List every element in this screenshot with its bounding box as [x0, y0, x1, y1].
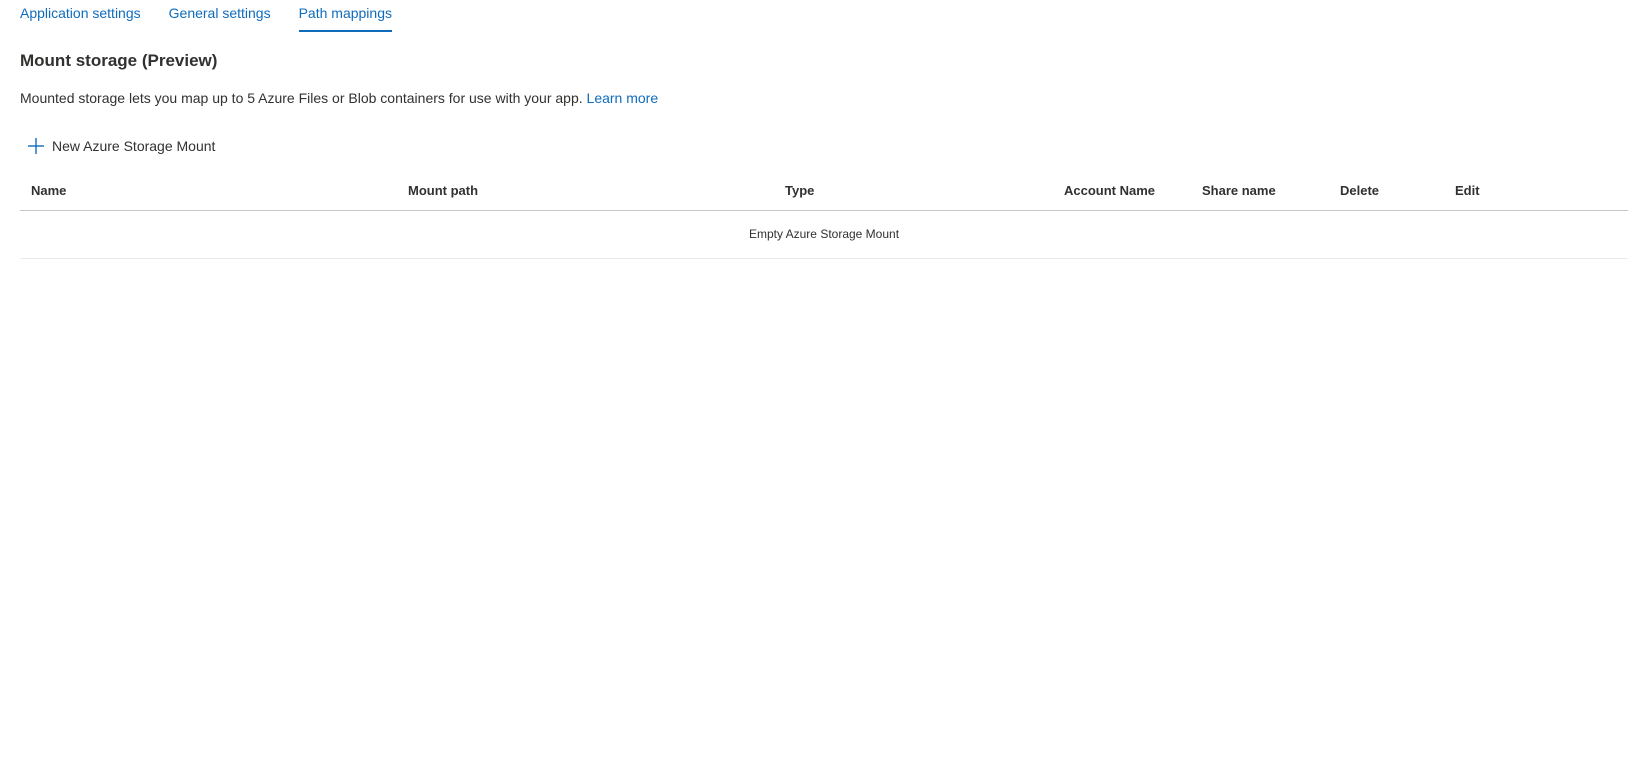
- description-text: Mounted storage lets you map up to 5 Azu…: [20, 90, 583, 106]
- plus-icon: [28, 138, 44, 154]
- storage-mounts-table: Name Mount path Type Account Name Share …: [20, 172, 1628, 259]
- tab-path-mappings[interactable]: Path mappings: [298, 0, 392, 32]
- column-header-delete[interactable]: Delete: [1340, 172, 1379, 210]
- column-header-type[interactable]: Type: [785, 172, 814, 210]
- new-azure-storage-mount-button[interactable]: New Azure Storage Mount: [27, 134, 215, 158]
- tab-bar: Application settings General settings Pa…: [20, 0, 420, 34]
- empty-table-message: Empty Azure Storage Mount: [20, 211, 1628, 259]
- new-azure-storage-mount-label: New Azure Storage Mount: [52, 138, 216, 154]
- tab-general-settings[interactable]: General settings: [169, 0, 271, 32]
- column-header-edit[interactable]: Edit: [1455, 172, 1480, 210]
- column-header-account-name[interactable]: Account Name: [1064, 172, 1155, 210]
- column-header-mount-path[interactable]: Mount path: [408, 172, 478, 210]
- section-description: Mounted storage lets you map up to 5 Azu…: [20, 88, 658, 108]
- tab-application-settings[interactable]: Application settings: [20, 0, 141, 32]
- learn-more-link[interactable]: Learn more: [587, 90, 659, 106]
- table-header: Name Mount path Type Account Name Share …: [20, 172, 1628, 211]
- column-header-name[interactable]: Name: [31, 172, 66, 210]
- section-title: Mount storage (Preview): [20, 51, 218, 70]
- column-header-share-name[interactable]: Share name: [1202, 172, 1276, 210]
